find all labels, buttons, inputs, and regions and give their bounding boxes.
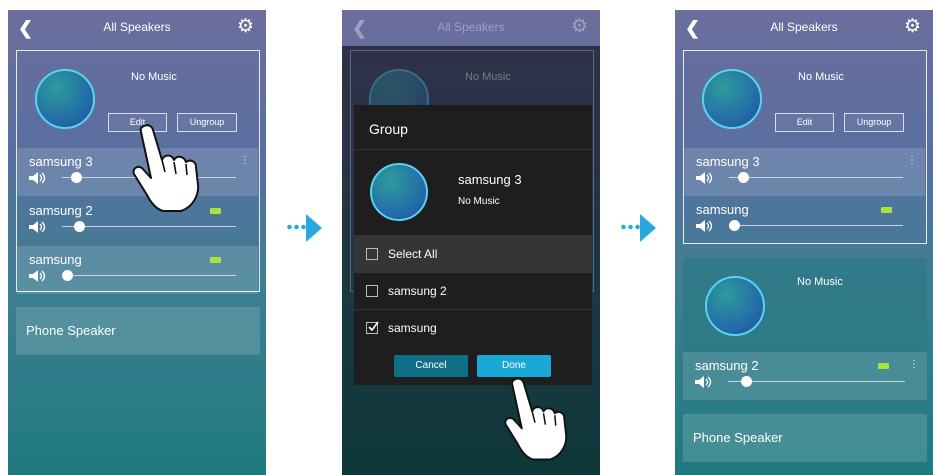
page-title: All Speakers bbox=[770, 20, 838, 34]
speaker-name: samsung 3 bbox=[29, 154, 93, 169]
speaker-volume-icon[interactable] bbox=[695, 376, 713, 388]
group-status: No Music bbox=[798, 71, 844, 83]
volume-slider[interactable] bbox=[729, 220, 903, 231]
gear-icon[interactable]: ⚙ bbox=[904, 16, 921, 38]
battery-icon bbox=[210, 208, 221, 214]
page-title: All Speakers bbox=[103, 20, 171, 34]
group-dialog: Group samsung 3 No Music Select All sams… bbox=[354, 105, 592, 385]
phone-speaker-row[interactable]: Phone Speaker bbox=[683, 414, 927, 462]
single-status: No Music bbox=[797, 276, 843, 288]
speaker-name: samsung 3 bbox=[696, 154, 760, 169]
speaker-row[interactable]: samsung bbox=[17, 246, 258, 294]
battery-icon bbox=[878, 363, 889, 369]
screen-all-speakers-before: ❮ All Speakers ⚙ No Music Edit Ungroup s… bbox=[8, 10, 266, 475]
speaker-name: samsung 2 bbox=[695, 358, 759, 373]
more-vertical-icon[interactable]: ⋮ bbox=[909, 360, 919, 370]
speaker-volume-icon[interactable] bbox=[29, 270, 47, 282]
volume-slider-knob[interactable] bbox=[729, 220, 741, 231]
battery-icon bbox=[881, 207, 892, 213]
speaker-group-card: No Music Edit Ungroup samsung 3 ⋮ samsun… bbox=[683, 50, 927, 244]
volume-slider[interactable] bbox=[62, 270, 236, 281]
speaker-volume-icon[interactable] bbox=[696, 172, 714, 184]
speaker-name: samsung bbox=[696, 202, 749, 217]
speaker-row[interactable]: samsung 2 ⋮ bbox=[683, 352, 927, 400]
speaker-volume-icon[interactable] bbox=[29, 221, 47, 233]
volume-slider[interactable] bbox=[729, 172, 903, 183]
speaker-row[interactable]: samsung 3 ⋮ bbox=[684, 148, 925, 196]
top-bar: ❮ All Speakers ⚙ bbox=[8, 10, 266, 46]
volume-slider-knob[interactable] bbox=[70, 172, 82, 183]
single-speaker-card: No Music samsung 2 ⋮ bbox=[683, 258, 927, 404]
background-status: No Music bbox=[465, 71, 511, 83]
top-bar: ❮ All Speakers ⚙ bbox=[342, 10, 600, 46]
album-art-disc[interactable] bbox=[35, 69, 95, 129]
option-label: samsung bbox=[388, 321, 437, 335]
dialog-speaker-status: No Music bbox=[458, 196, 500, 207]
page-title: All Speakers bbox=[437, 20, 505, 34]
pointing-hand-icon bbox=[504, 377, 568, 461]
gear-icon[interactable]: ⚙ bbox=[237, 16, 254, 38]
volume-slider-knob[interactable] bbox=[737, 172, 749, 183]
speaker-row[interactable]: samsung bbox=[684, 196, 925, 244]
gear-icon[interactable]: ⚙ bbox=[571, 16, 588, 38]
checkmark-icon bbox=[368, 321, 379, 332]
volume-slider-knob[interactable] bbox=[62, 270, 74, 281]
album-art-disc[interactable] bbox=[705, 276, 765, 336]
arrow-dots bbox=[620, 224, 642, 230]
more-vertical-icon[interactable]: ⋮ bbox=[240, 156, 250, 166]
speaker-name: samsung bbox=[29, 252, 82, 267]
battery-icon bbox=[210, 257, 221, 263]
phone-speaker-row[interactable]: Phone Speaker bbox=[16, 307, 260, 355]
volume-slider-knob[interactable] bbox=[74, 221, 86, 232]
checkbox-icon[interactable] bbox=[366, 321, 379, 334]
cancel-button[interactable]: Cancel bbox=[394, 355, 468, 377]
volume-slider[interactable] bbox=[62, 221, 236, 232]
arrow-dots bbox=[286, 224, 308, 230]
more-vertical-icon[interactable]: ⋮ bbox=[907, 156, 917, 166]
volume-slider-knob[interactable] bbox=[740, 376, 752, 387]
speaker-volume-icon[interactable] bbox=[29, 172, 47, 184]
option-label: Select All bbox=[388, 247, 438, 261]
screen-group-dialog: ❮ All Speakers ⚙ No Music Group samsung … bbox=[342, 10, 600, 475]
arrow-head bbox=[306, 214, 322, 242]
volume-slider[interactable] bbox=[728, 376, 905, 387]
speaker-name: samsung 2 bbox=[29, 203, 93, 218]
album-art-disc[interactable] bbox=[702, 69, 762, 129]
arrow-right-icon bbox=[286, 214, 324, 242]
screen-all-speakers-after: ❮ All Speakers ⚙ No Music Edit Ungroup s… bbox=[675, 10, 933, 475]
ungroup-button[interactable]: Ungroup bbox=[844, 113, 904, 132]
option-label: samsung 2 bbox=[388, 284, 447, 298]
dialog-title: Group bbox=[369, 121, 408, 137]
select-all-option[interactable]: Select All bbox=[354, 235, 592, 272]
pointing-hand-icon bbox=[132, 124, 200, 212]
speaker-option[interactable]: samsung 2 bbox=[354, 272, 592, 309]
top-bar: ❮ All Speakers ⚙ bbox=[675, 10, 933, 46]
checkbox-icon[interactable] bbox=[366, 248, 378, 260]
speaker-option[interactable]: samsung bbox=[354, 309, 592, 346]
checkbox-icon[interactable] bbox=[366, 285, 378, 297]
album-art-disc bbox=[370, 163, 428, 221]
arrow-right-icon bbox=[620, 214, 658, 242]
dialog-speaker-name: samsung 3 bbox=[458, 172, 522, 187]
edit-button[interactable]: Edit bbox=[775, 113, 834, 132]
speaker-volume-icon[interactable] bbox=[696, 220, 714, 232]
dialog-divider bbox=[354, 149, 592, 150]
group-status: No Music bbox=[131, 71, 177, 83]
arrow-head bbox=[640, 214, 656, 242]
